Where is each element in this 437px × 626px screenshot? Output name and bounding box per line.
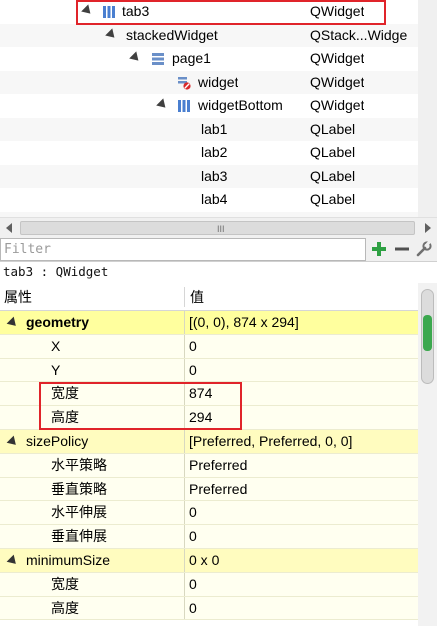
property-name: X — [51, 337, 61, 354]
scroll-left-arrow-icon[interactable] — [6, 223, 12, 233]
property-row-x[interactable]: X 0 — [0, 334, 418, 359]
property-name: 水平伸展 — [51, 504, 107, 521]
header-divider[interactable] — [184, 287, 185, 307]
property-row-min-height[interactable]: 高度 0 — [0, 596, 418, 621]
property-header: 属性 值 — [0, 283, 418, 311]
filter-bar — [0, 237, 437, 262]
property-vertical-scrollbar[interactable] — [418, 283, 437, 626]
property-name: Y — [51, 361, 61, 378]
tree-item-name: widget — [198, 73, 239, 90]
tree-item-name: lab2 — [201, 144, 228, 160]
tree-item-class: QWidget — [310, 50, 365, 66]
property-name: 垂直伸展 — [51, 528, 107, 545]
property-name: 水平策略 — [51, 456, 107, 473]
tree-row-lab3[interactable]: lab3 QLabel — [0, 164, 418, 188]
property-name: 高度 — [51, 409, 79, 426]
tree-item-name: lab1 — [201, 120, 228, 137]
header-property[interactable]: 属性 — [4, 283, 32, 311]
object-inspector-tree[interactable]: tab3 QWidget stackedWidget QStack...Widg… — [0, 0, 437, 237]
property-row-height[interactable]: 高度 294 — [0, 406, 418, 430]
collapse-arrow-icon[interactable] — [6, 435, 20, 449]
property-row-vstretch[interactable]: 垂直伸展 0 — [0, 525, 418, 549]
property-value[interactable]: 0 — [189, 597, 417, 621]
tree-item-class: QWidget — [310, 3, 365, 19]
property-value[interactable]: 874 — [189, 382, 417, 406]
tree-item-name: lab4 — [201, 191, 228, 207]
tree-item-class: QStack...Widge — [310, 26, 408, 43]
property-row-minimumsize[interactable]: minimumSize 0 x 0 — [0, 549, 418, 573]
layout-vertical-icon — [103, 6, 115, 18]
scrollbar-thumb[interactable]: III — [20, 221, 415, 235]
tree-row-lab2[interactable]: lab2 QLabel — [0, 141, 418, 165]
property-value[interactable]: 0 — [189, 359, 417, 383]
property-name: 垂直策略 — [51, 480, 107, 497]
tree-item-name: lab3 — [201, 167, 228, 184]
property-row-hstretch[interactable]: 水平伸展 0 — [0, 501, 418, 526]
property-value[interactable]: [(0, 0), 874 x 294] — [189, 311, 417, 335]
selected-object-label: tab3 : QWidget — [0, 262, 437, 282]
tree-row-widget[interactable]: widget QWidget — [0, 70, 418, 94]
property-editor[interactable]: 属性 值 geometry [(0, 0), 874 x 294] X 0 Y … — [0, 283, 437, 626]
expand-arrow-icon[interactable] — [81, 4, 94, 18]
property-value[interactable]: Preferred — [189, 454, 417, 478]
plus-icon[interactable] — [369, 239, 389, 259]
property-value[interactable]: 0 — [189, 525, 417, 549]
expand-arrow-icon[interactable] — [105, 27, 118, 41]
wrench-icon[interactable] — [414, 239, 434, 259]
filter-input[interactable] — [0, 238, 366, 261]
property-row-width[interactable]: 宽度 874 — [0, 382, 418, 407]
collapse-arrow-icon[interactable] — [6, 554, 20, 568]
tree-item-class: QLabel — [310, 167, 356, 184]
layout-horizontal-icon — [178, 100, 190, 112]
property-value[interactable]: 0 — [189, 573, 417, 597]
tree-item-name: widgetBottom — [198, 97, 283, 113]
property-row-min-width[interactable]: 宽度 0 — [0, 572, 418, 597]
property-name: 宽度 — [51, 385, 79, 402]
tree-item-class: QLabel — [310, 144, 356, 160]
tree-item-class: QLabel — [310, 120, 356, 137]
property-value[interactable]: Preferred — [189, 478, 417, 502]
property-name: geometry — [26, 314, 90, 330]
property-value[interactable]: 0 x 0 — [189, 549, 417, 573]
property-row-hpolicy[interactable]: 水平策略 Preferred — [0, 453, 418, 478]
property-name: 高度 — [51, 599, 79, 616]
tree-vertical-scrollbar[interactable] — [418, 0, 437, 218]
property-row-sizepolicy[interactable]: sizePolicy [Preferred, Preferred, 0, 0] — [0, 430, 418, 454]
property-value[interactable]: 0 — [189, 335, 417, 359]
tree-row-lab1[interactable]: lab1 QLabel — [0, 117, 418, 141]
tree-row-lab4[interactable]: lab4 QLabel — [0, 188, 418, 212]
scrollbar-grip: III — [217, 224, 225, 234]
tree-item-name: stackedWidget — [126, 26, 218, 43]
tree-item-name: page1 — [172, 50, 211, 66]
widget-broken-layout-icon — [178, 76, 191, 90]
scrollbar-accent — [423, 315, 432, 351]
property-row-y[interactable]: Y 0 — [0, 358, 418, 383]
tree-item-class: QWidget — [310, 97, 365, 113]
property-value[interactable]: 294 — [189, 406, 417, 430]
property-name: minimumSize — [26, 552, 111, 568]
property-row-vpolicy[interactable]: 垂直策略 Preferred — [0, 477, 418, 502]
expand-arrow-icon[interactable] — [129, 51, 142, 65]
tree-row-page1[interactable]: page1 QWidget — [0, 47, 418, 71]
layout-form-icon — [152, 53, 164, 65]
tree-item-name: tab3 — [122, 3, 150, 19]
expand-arrow-icon[interactable] — [156, 98, 169, 112]
property-row-geometry[interactable]: geometry [(0, 0), 874 x 294] — [0, 311, 418, 335]
header-value[interactable]: 值 — [190, 283, 204, 311]
minus-icon[interactable] — [392, 239, 412, 259]
property-value[interactable]: 0 — [189, 501, 417, 525]
property-value[interactable]: [Preferred, Preferred, 0, 0] — [189, 430, 417, 454]
tree-row-stackedwidget[interactable]: stackedWidget QStack...Widge — [0, 23, 418, 47]
tree-horizontal-scrollbar[interactable]: III — [0, 217, 437, 237]
scroll-right-arrow-icon[interactable] — [425, 223, 431, 233]
property-name: 宽度 — [51, 575, 79, 592]
collapse-arrow-icon[interactable] — [6, 316, 20, 330]
tree-row-tab3[interactable]: tab3 QWidget — [0, 0, 418, 24]
property-name: sizePolicy — [26, 433, 89, 449]
tree-item-class: QWidget — [310, 73, 365, 90]
tree-row-widgetbottom[interactable]: widgetBottom QWidget — [0, 94, 418, 118]
tree-item-class: QLabel — [310, 191, 356, 207]
